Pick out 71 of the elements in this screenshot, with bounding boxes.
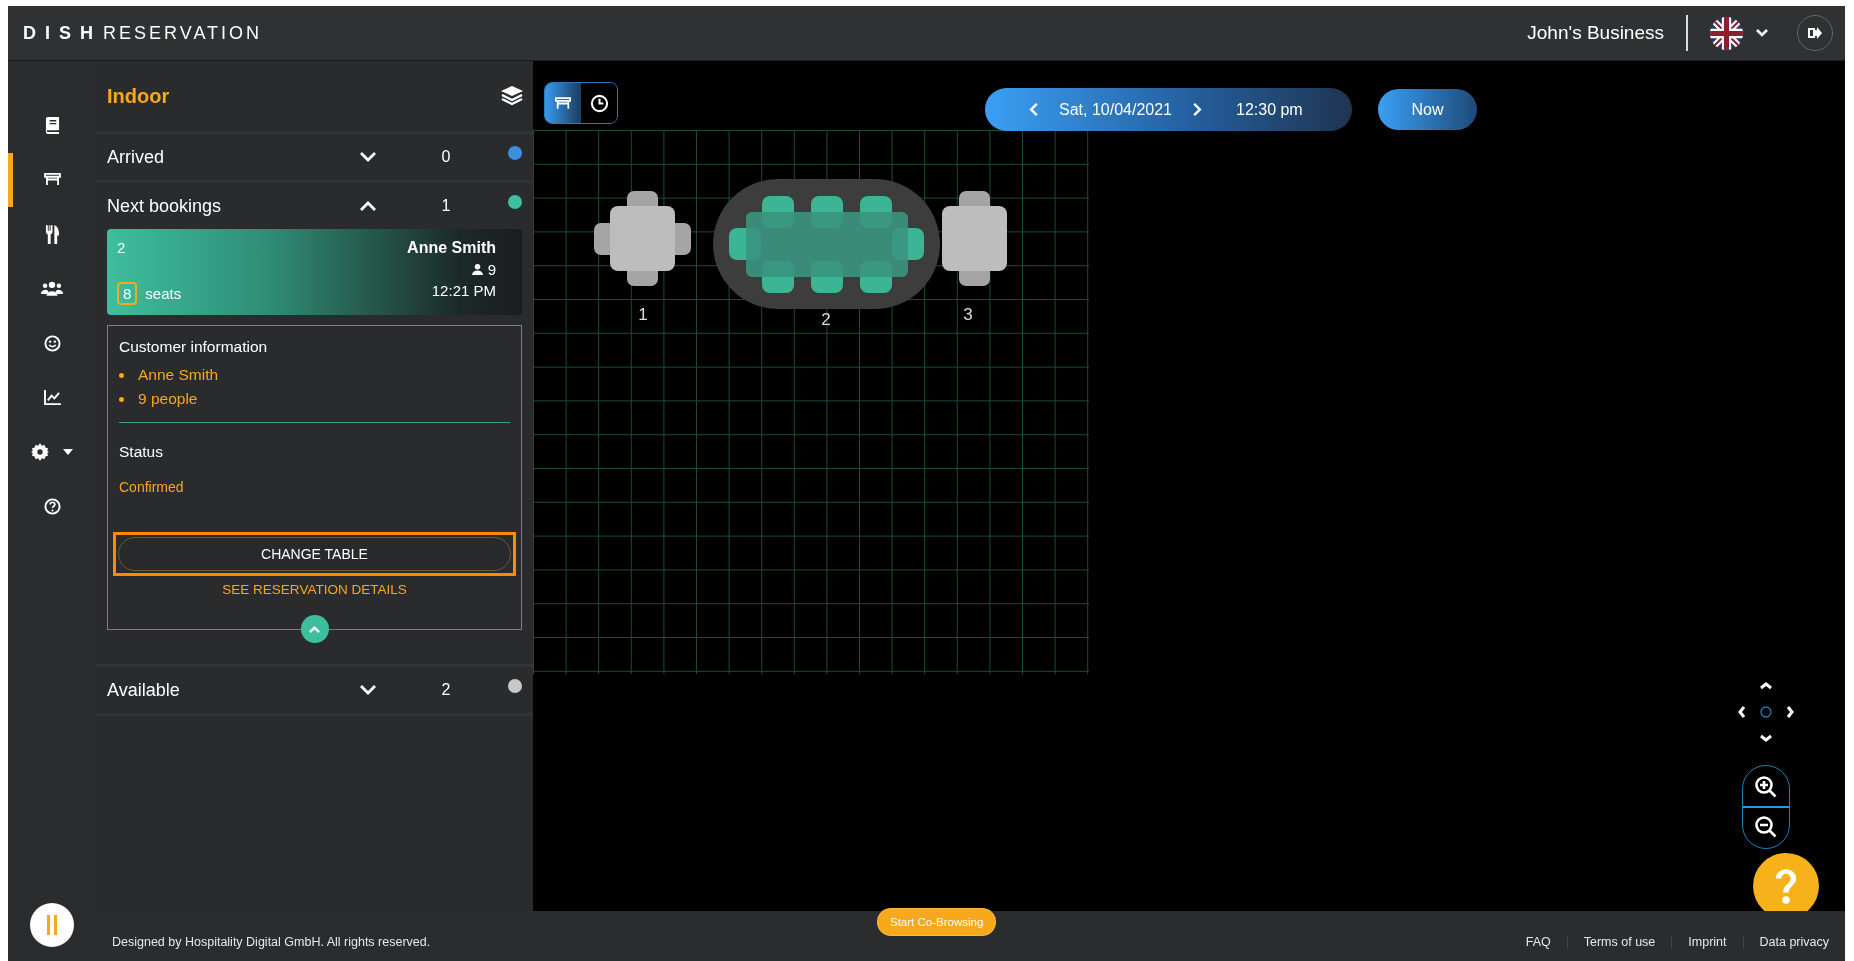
booking-time: 12:21 PM	[431, 282, 496, 299]
person-icon	[471, 264, 483, 275]
guest-count: 9	[487, 261, 496, 278]
business-name[interactable]: John's Business	[1527, 22, 1664, 44]
cutlery-icon	[44, 224, 60, 244]
section-header[interactable]: Next bookings 1	[96, 183, 533, 229]
table-icon	[43, 173, 61, 187]
info-item: 9 people	[138, 390, 198, 408]
smiley-icon	[43, 334, 61, 352]
now-button[interactable]: Now	[1378, 89, 1477, 130]
bullet-icon	[119, 372, 124, 378]
booking-card[interactable]: 2 8 seats Anne Smith 9 12:21 PM	[107, 229, 522, 315]
table-view-button[interactable]	[545, 83, 581, 123]
flag-icon[interactable]	[1710, 16, 1743, 50]
chevron-down-icon[interactable]	[1755, 28, 1769, 38]
logout-icon	[1807, 25, 1823, 41]
footer-link[interactable]: Imprint	[1688, 935, 1727, 949]
table-label: 3	[963, 305, 973, 324]
status-value: Confirmed	[119, 479, 185, 495]
caret-icon	[63, 449, 73, 456]
section-header[interactable]: Arrived 0	[96, 134, 533, 180]
date-value[interactable]: Sat, 10/04/2021	[1059, 100, 1172, 119]
seats-label: seats	[145, 285, 182, 302]
section-label: Arrived	[107, 146, 165, 168]
clock-icon	[589, 93, 609, 113]
gear-icon	[31, 443, 49, 462]
section-count: 0	[440, 148, 452, 166]
table-icon	[555, 96, 571, 110]
change-table-button[interactable]: CHANGE TABLE	[118, 537, 511, 571]
collapse-button[interactable]	[300, 615, 329, 643]
section-label: Next bookings	[107, 195, 223, 217]
people-icon	[41, 281, 63, 297]
table-drawing[interactable]	[942, 191, 1007, 286]
help-button[interactable]	[1753, 853, 1819, 911]
section-heading: Status	[119, 443, 164, 461]
zoom-in-icon	[1754, 775, 1778, 799]
section-label: Available	[107, 679, 181, 701]
zoom-out-icon	[1754, 815, 1778, 839]
pause-icon	[45, 915, 59, 935]
chevron-down-icon[interactable]	[359, 684, 377, 696]
table-number: 2	[117, 239, 127, 256]
logo: D I S H RESERVATION	[23, 22, 263, 44]
panel-title: Indoor	[107, 84, 170, 108]
section-header[interactable]: Available 2	[96, 667, 533, 713]
section-count: 2	[440, 681, 452, 699]
time-value[interactable]: 12:30 pm	[1236, 100, 1303, 119]
section-count: 1	[440, 197, 452, 215]
chevron-down-icon[interactable]	[359, 151, 377, 163]
pan-control-drawing[interactable]	[1738, 682, 1794, 742]
bullet-icon	[119, 396, 124, 402]
book-icon	[44, 116, 60, 134]
table-drawing[interactable]	[594, 191, 691, 286]
chevron-up-icon[interactable]	[359, 200, 377, 212]
reservation-details-link[interactable]: SEE RESERVATION DETAILS	[119, 582, 510, 597]
layers-icon[interactable]	[501, 86, 523, 106]
chevron-up-icon	[308, 624, 321, 634]
footer-link[interactable]: Terms of use	[1583, 935, 1656, 949]
guest-name: Anne Smith	[407, 239, 496, 257]
section-heading: Customer information	[119, 338, 269, 356]
chart-icon	[43, 390, 61, 406]
copyright-text: Designed by Hospitality Digital GmbH. All rights reserved.	[112, 935, 431, 949]
table-label: 2	[821, 310, 831, 329]
footer-link[interactable]: Data privacy	[1759, 935, 1829, 949]
pause-button[interactable]	[30, 903, 74, 947]
footer-link[interactable]: FAQ	[1525, 935, 1551, 949]
table-label: 1	[638, 305, 648, 324]
chevron-right-icon[interactable]	[1192, 102, 1202, 117]
info-item: Anne Smith	[138, 366, 219, 384]
chevron-left-icon[interactable]	[1029, 102, 1039, 117]
help-icon	[43, 498, 61, 516]
seat-count: 8	[117, 282, 138, 305]
